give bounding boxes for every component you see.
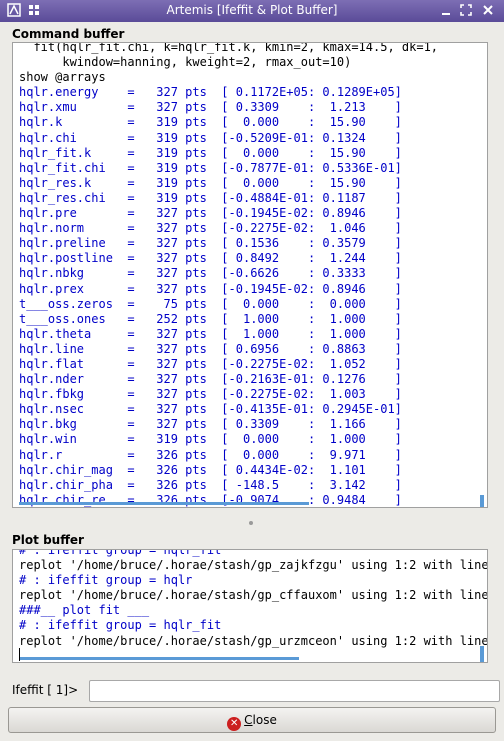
command-buffer-line: hqlr.line = 327 pts [ 0.6956 : 0.8863 ] [19,341,402,356]
command-buffer-hscroll[interactable] [19,502,309,505]
command-buffer-line: hqlr.xmu = 327 pts [ 0.3309 : 1.213 ] [19,100,402,115]
command-buffer-line: hqlr_fit.chi = 319 pts [-0.7877E-01: 0.5… [19,160,402,175]
plot-buffer-line: replot '/home/bruce/.horae/stash/gp_urzm… [19,633,488,648]
plot-buffer-line: # : ifeffit group = hqlr [19,573,193,588]
command-buffer-vscroll[interactable] [480,495,484,507]
command-buffer-line: hqlr.prex = 327 pts [-0.1945E-02: 0.8946… [19,281,402,296]
window-title: Artemis [Ifeffit & Plot Buffer] [166,3,338,17]
command-buffer-line: t___oss.ones = 252 pts [ 1.000 : 1.000 ] [19,311,402,326]
command-buffer-line: hqlr.energy = 327 pts [ 0.1172E+05: 0.12… [19,85,402,100]
command-buffer-line: hqlr.r = 326 pts [ 0.000 : 9.971 ] [19,447,402,462]
command-buffer-line: hqlr.chi = 319 pts [-0.5209E-01: 0.1324 … [19,130,402,145]
command-buffer-line: hqlr.norm = 327 pts [-0.2275E-02: 1.046 … [19,221,402,236]
plot-buffer-line: # : ifeffit group = hqlr_fit [19,618,222,633]
command-buffer-line: hqlr.chir_mag = 326 pts [ 0.4434E-02: 1.… [19,462,402,477]
plot-buffer-text[interactable]: # : ifeffit group = hqlr_fit replot '/hom… [12,549,488,663]
title-bar[interactable]: Artemis [Ifeffit & Plot Buffer] [0,0,504,22]
command-buffer-line: show @arrays [19,70,106,85]
command-buffer-line: hqlr.bkg = 327 pts [ 0.3309 : 1.166 ] [19,417,402,432]
command-buffer-line: hqlr.nbkg = 327 pts [-0.6626 : 0.3333 ] [19,266,402,281]
plot-buffer-hscroll[interactable] [19,657,299,660]
command-buffer-line: hqlr.pre = 327 pts [-0.1945E-02: 0.8946 … [19,206,402,221]
text-cursor [19,648,20,661]
command-buffer-line: hqlr.chir_pha = 326 pts [ -148.5 : 3.142… [19,477,402,492]
close-button-label: lose [252,713,277,727]
command-buffer-line: hqlr.flat = 327 pts [-0.2275E-02: 1.052 … [19,356,402,371]
plot-buffer-line: # : ifeffit group = hqlr_fit [19,549,222,557]
command-buffer-line: hqlr_fit.k = 319 pts [ 0.000 : 15.90 ] [19,145,402,160]
close-icon: ✕ [227,717,242,731]
command-buffer-line: hqlr.postline = 327 pts [ 0.8492 : 1.244… [19,251,402,266]
close-window-icon[interactable] [480,3,496,19]
close-button[interactable]: ✕ Close [8,707,496,733]
plot-buffer-line: replot '/home/bruce/.horae/stash/gp_cffa… [19,588,488,603]
ifeffit-prompt-label: Ifeffit [ 1]> [12,683,79,697]
command-buffer-text[interactable]: fit(hqlr_fit.chi, k=hqlr_fit.k, kmin=2, … [12,42,488,508]
command-buffer-line: hqlr.theta = 327 pts [ 1.000 : 1.000 ] [19,326,402,341]
command-buffer-line: hqlr.fbkg = 327 pts [-0.2275E-02: 1.003 … [19,387,402,402]
plot-buffer-label: Plot buffer [12,533,84,547]
close-button-mnemonic: C [244,713,253,727]
command-buffer-line: hqlr_res.k = 319 pts [ 0.000 : 15.90 ] [19,175,402,190]
command-buffer-line: hqlr.chir_re = 326 pts [-0.9074 : 0.9484… [19,492,402,507]
minimize-icon[interactable] [438,3,454,19]
command-buffer-line: hqlr.win = 319 pts [ 0.000 : 1.000 ] [19,432,402,447]
command-buffer-line: kwindow=hanning, kweight=2, rmax_out=10) [19,55,352,70]
command-buffer-line: hqlr.nder = 327 pts [-0.2163E-01: 0.1276… [19,372,402,387]
command-buffer-line: fit(hqlr_fit.chi, k=hqlr_fit.k, kmin=2, … [19,42,439,54]
command-buffer-line: hqlr_res.chi = 319 pts [-0.4884E-01: 0.1… [19,190,402,205]
command-buffer-label: Command buffer [12,27,125,41]
command-buffer-line: hqlr.nsec = 327 pts [-0.4135E-01: 0.2945… [19,402,402,417]
ifeffit-command-input[interactable] [89,680,500,702]
command-buffer-line: hqlr.preline = 327 pts [ 0.1536 : 0.3579… [19,236,402,251]
maximize-icon[interactable] [458,3,474,19]
command-buffer-line: hqlr.k = 319 pts [ 0.000 : 15.90 ] [19,115,402,130]
command-buffer-line: t___oss.zeros = 75 pts [ 0.000 : 0.000 ] [19,296,402,311]
splitter-handle-icon [249,521,253,525]
plot-buffer-line: ###__ plot fit ___ [19,603,150,618]
plot-buffer-line: replot '/home/bruce/.horae/stash/gp_zajk… [19,558,488,573]
pane-splitter[interactable] [0,520,504,526]
plot-buffer-vscroll[interactable] [480,646,484,662]
